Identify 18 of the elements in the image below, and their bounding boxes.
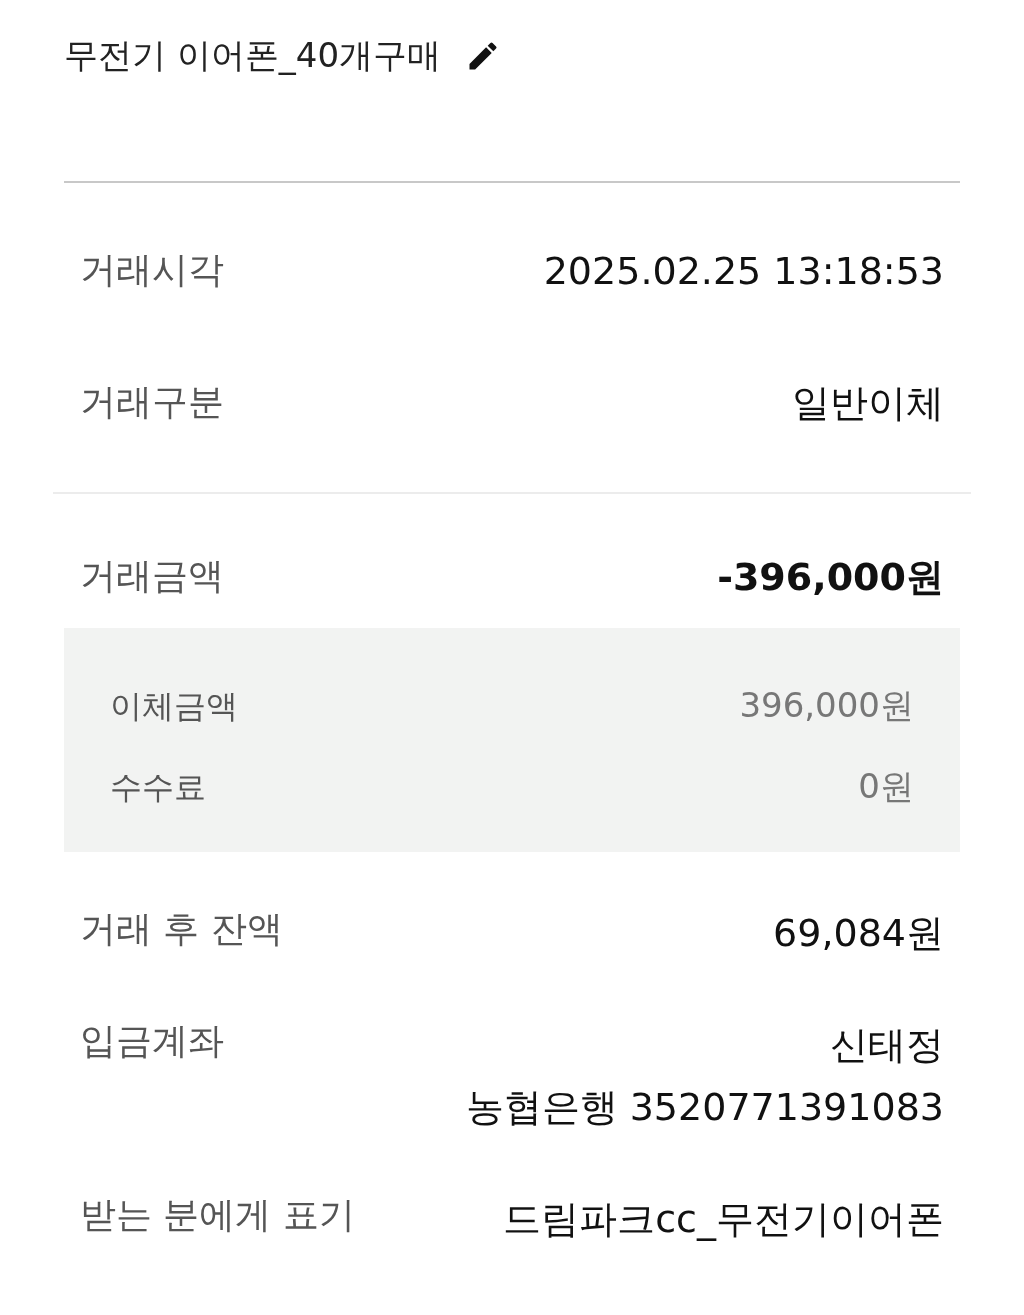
- row-label: 입금계좌: [80, 1019, 224, 1063]
- transaction-title: 무전기 이어폰_40개구매: [64, 34, 442, 77]
- row-label: 거래 후 잔액: [80, 907, 283, 951]
- row-label: 거래구분: [80, 380, 224, 424]
- row-label: 받는 분에게 표기: [80, 1193, 355, 1237]
- row-value: 69,084원: [773, 910, 944, 957]
- amount-value: -396,000원: [717, 554, 944, 601]
- row-value: 농협은행 3520771391083: [465, 1084, 944, 1131]
- breakdown-label: 수수료: [110, 766, 206, 808]
- row-label: 거래시각: [80, 248, 224, 292]
- breakdown-label: 이체금액: [110, 685, 238, 727]
- row-label: 거래금액: [80, 554, 224, 598]
- row-value: 일반이체: [792, 380, 944, 427]
- row-value: 드림파크cc_무전기이어폰: [503, 1196, 944, 1243]
- row-value: 2025.02.25 13:18:53: [543, 248, 944, 295]
- breakdown-value: 396,000원: [739, 684, 914, 727]
- row-value: 신태정: [830, 1022, 944, 1069]
- breakdown-value: 0원: [858, 765, 914, 808]
